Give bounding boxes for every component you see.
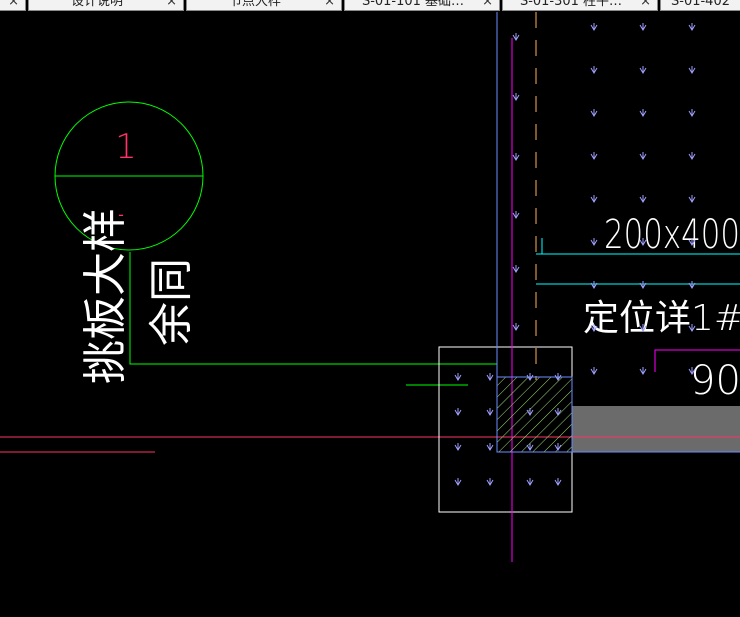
- pattern-arrow-marker: [554, 478, 562, 486]
- tab-s-01-301-label: S-01-301 柱平…: [519, 0, 623, 9]
- pattern-arrow-marker: [526, 478, 534, 486]
- beam-size-label: 200x400: [604, 212, 740, 258]
- drawing-tab-bar: × 设计说明 × 节点大样 × S-01-101 基础… × S-01-301 …: [0, 0, 740, 12]
- pattern-arrow-marker: [454, 408, 462, 416]
- tab-design-notes[interactable]: 设计说明 ×: [28, 0, 184, 11]
- tab-node-details[interactable]: 节点大样 ×: [186, 0, 342, 11]
- tab-s-01-101-label: S-01-101 基础…: [361, 0, 465, 9]
- pattern-arrow-marker: [590, 367, 598, 375]
- pattern-arrow-marker: [590, 195, 598, 203]
- slab-section-fill: [572, 406, 740, 452]
- pattern-arrow-marker: [639, 195, 647, 203]
- pattern-arrow-marker: [590, 23, 598, 31]
- stair-note-label: 定位详1# 楼梯: [583, 298, 740, 339]
- close-icon[interactable]: ×: [166, 0, 177, 10]
- pattern-arrow-marker: [512, 153, 520, 161]
- pattern-arrow-marker: [639, 152, 647, 160]
- detail-title-text: 挑板大样: [80, 208, 131, 384]
- pattern-arrow-marker: [590, 238, 598, 246]
- pattern-arrow-marker: [590, 109, 598, 117]
- pattern-arrow-marker: [590, 152, 598, 160]
- pattern-arrow-marker: [590, 281, 598, 289]
- dimension-value-label: 900: [690, 358, 740, 404]
- tab-s-01-301[interactable]: S-01-301 柱平… ×: [502, 0, 658, 11]
- beam-section-hatch: [496, 376, 573, 453]
- tab-s-01-101[interactable]: S-01-101 基础… ×: [344, 0, 500, 11]
- pattern-arrow-marker: [688, 23, 696, 31]
- pattern-arrow-marker: [454, 373, 462, 381]
- pattern-arrow-marker: [688, 152, 696, 160]
- close-icon[interactable]: ×: [482, 0, 493, 10]
- pattern-arrow-marker: [512, 323, 520, 331]
- pattern-arrow-marker: [512, 265, 520, 273]
- pattern-arrow-marker: [639, 281, 647, 289]
- pattern-arrow-marker: [512, 93, 520, 101]
- pattern-arrow-marker: [639, 23, 647, 31]
- pattern-arrow-marker: [454, 443, 462, 451]
- pattern-arrow-marker: [590, 66, 598, 74]
- pattern-arrow-marker: [486, 443, 494, 451]
- pattern-arrow-marker: [639, 367, 647, 375]
- tab-design-notes-label: 设计说明: [70, 0, 123, 9]
- pattern-arrow-marker: [512, 33, 520, 41]
- pattern-arrow-marker: [486, 408, 494, 416]
- cad-drawing-canvas[interactable]: 1 - 挑板大样 余同 200x400 定位详1# 楼梯 900: [0, 12, 740, 617]
- tab-node-details-label: 节点大样: [228, 0, 281, 9]
- close-icon[interactable]: ×: [324, 0, 335, 10]
- pattern-arrow-marker: [486, 373, 494, 381]
- tab-s-01-402[interactable]: S-01-402: [660, 0, 740, 11]
- pattern-arrow-marker: [688, 66, 696, 74]
- pattern-arrow-marker: [688, 109, 696, 117]
- close-icon[interactable]: ×: [8, 0, 19, 10]
- detail-number: 1: [115, 127, 137, 167]
- pattern-arrow-marker: [688, 195, 696, 203]
- tab-0[interactable]: ×: [0, 0, 26, 11]
- pattern-arrow-marker: [688, 281, 696, 289]
- pattern-arrow-marker: [639, 109, 647, 117]
- tab-s-01-402-label: S-01-402: [671, 0, 730, 9]
- pattern-arrow-marker: [454, 478, 462, 486]
- close-icon[interactable]: ×: [640, 0, 651, 10]
- pattern-arrow-marker: [512, 211, 520, 219]
- pattern-arrow-marker: [639, 66, 647, 74]
- pattern-arrow-marker: [486, 478, 494, 486]
- detail-note-text: 余同: [146, 258, 197, 346]
